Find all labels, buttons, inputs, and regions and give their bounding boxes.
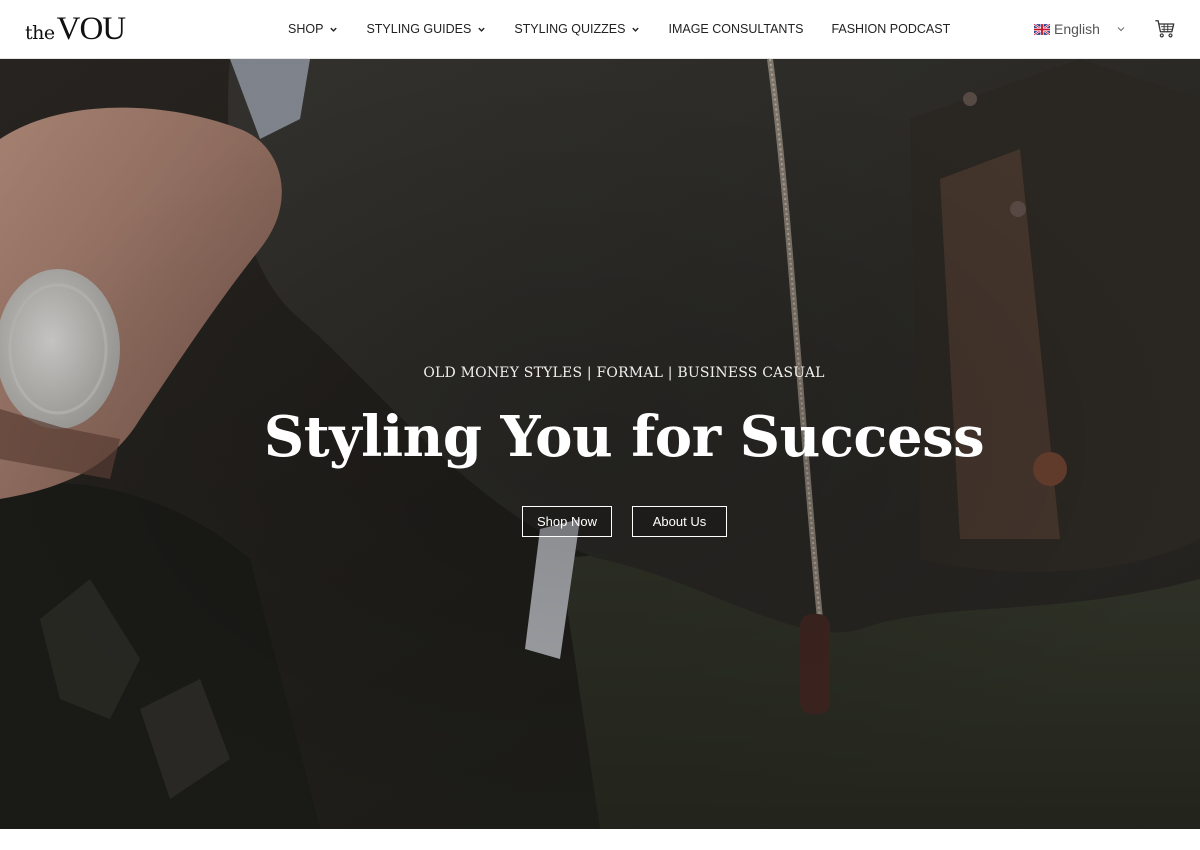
nav-item-label: STYLING GUIDES [366, 22, 472, 36]
nav-item-label: FASHION PODCAST [831, 22, 951, 36]
logo-small-text: the [25, 22, 55, 44]
hero-headline: Styling You for Success [263, 404, 985, 470]
chevron-down-icon [1117, 27, 1125, 32]
main-nav: SHOP STYLING GUIDES STYLING QUIZZES IMAG… [288, 0, 950, 58]
shop-now-button[interactable]: Shop Now [522, 506, 612, 537]
nav-item-label: STYLING QUIZZES [514, 22, 626, 36]
chevron-down-icon [329, 25, 338, 34]
nav-item-image-consultants[interactable]: IMAGE CONSULTANTS [668, 22, 803, 36]
cart-icon[interactable] [1154, 18, 1176, 40]
nav-item-label: IMAGE CONSULTANTS [668, 22, 804, 36]
page-below-hero [0, 829, 1200, 850]
chevron-down-icon [477, 25, 486, 34]
nav-item-styling-guides[interactable]: STYLING GUIDES [366, 22, 486, 36]
nav-item-styling-quizzes[interactable]: STYLING QUIZZES [514, 22, 640, 36]
site-header: the VOU SHOP STYLING GUIDES STYLING QUIZ… [0, 0, 1200, 59]
logo-large-text: VOU [56, 11, 126, 47]
chevron-down-icon [631, 25, 640, 34]
language-selector[interactable]: English [1034, 19, 1126, 39]
nav-item-fashion-podcast[interactable]: FASHION PODCAST [831, 22, 950, 36]
uk-flag-icon [1034, 23, 1050, 35]
language-label: English [1054, 21, 1100, 37]
nav-item-label: SHOP [288, 22, 324, 36]
hero-content: OLD MONEY STYLES | FORMAL | BUSINESS CAS… [0, 59, 1200, 829]
hero-kicker: OLD MONEY STYLES | FORMAL | BUSINESS CAS… [423, 365, 825, 381]
about-us-button[interactable]: About Us [632, 506, 727, 537]
hero-section: OLD MONEY STYLES | FORMAL | BUSINESS CAS… [0, 59, 1200, 829]
site-logo[interactable]: the VOU [25, 11, 126, 47]
nav-item-shop[interactable]: SHOP [288, 22, 338, 36]
